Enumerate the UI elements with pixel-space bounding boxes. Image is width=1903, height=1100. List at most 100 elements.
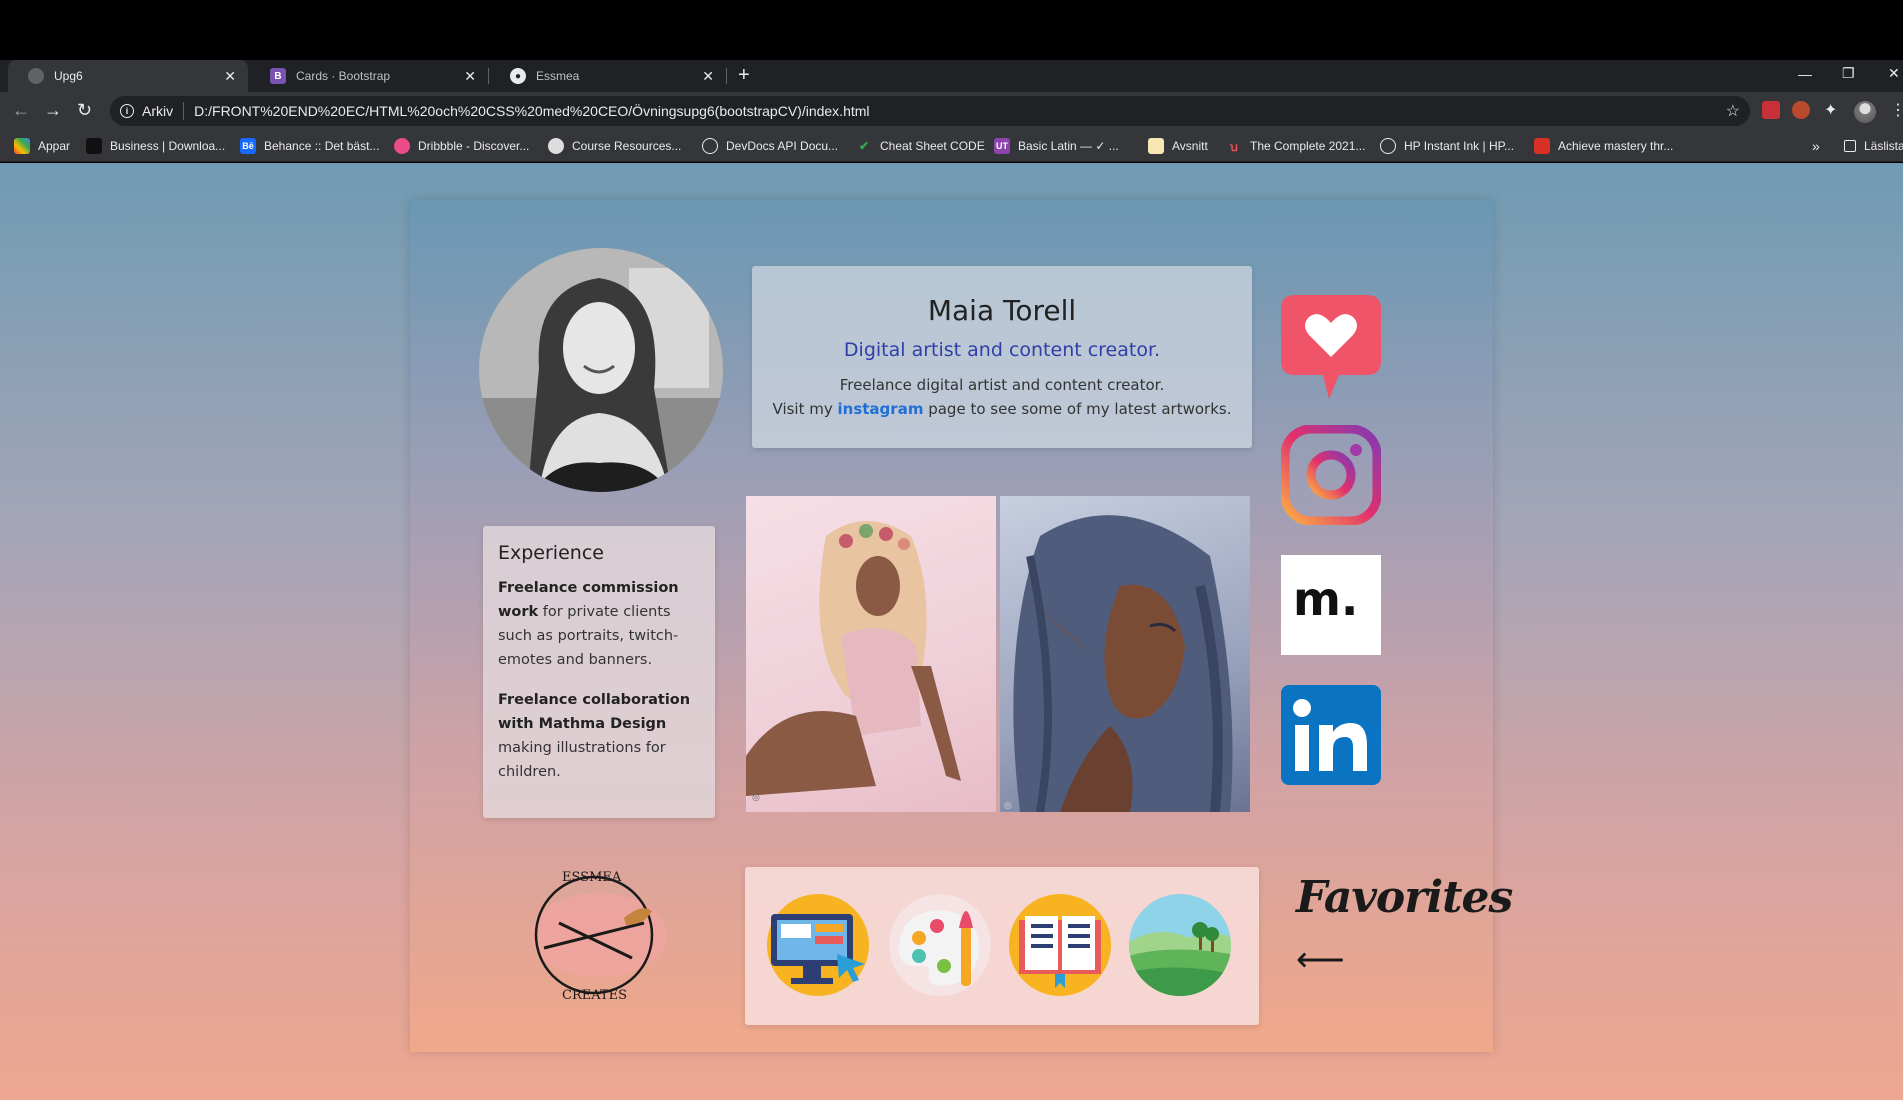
address-bar[interactable]: i Arkiv D:/FRONT%20END%20EC/HTML%20och%2… (110, 96, 1750, 126)
minimize-icon[interactable]: — (1798, 66, 1812, 82)
divider (183, 102, 185, 120)
extension-icon[interactable] (1792, 101, 1810, 119)
scheme-label: Arkiv (142, 103, 174, 119)
tab-title: Essmea (536, 69, 580, 83)
business-icon (86, 138, 102, 154)
tab-strip: Upg6 ✕ B Cards · Bootstrap ✕ ● Essmea ✕ … (0, 60, 1903, 92)
experience-card: Experience Freelance commission work for… (483, 526, 715, 818)
extension-icon[interactable] (1762, 101, 1780, 119)
bookmark-item[interactable]: Achieve mastery thr... (1534, 130, 1673, 162)
tab-separator (726, 68, 727, 84)
udemy-icon: ꭒ (1229, 139, 1239, 154)
bootstrap-icon: B (270, 68, 286, 84)
close-icon[interactable]: ✕ (702, 68, 714, 85)
bookmark-item[interactable]: Business | Downloa... (86, 130, 225, 162)
more-bookmarks-icon[interactable]: » (1812, 130, 1820, 162)
bookmark-item[interactable]: Avsnitt (1148, 130, 1208, 162)
reload-icon[interactable]: ↻ (77, 100, 92, 120)
linkedin-icon[interactable] (1281, 685, 1381, 785)
behance-icon: Bē (240, 138, 256, 154)
bookmark-item[interactable]: HP Instant Ink | HP... (1380, 130, 1514, 162)
close-icon[interactable]: ✕ (464, 68, 476, 85)
svg-text:◎: ◎ (1004, 800, 1012, 810)
url-text[interactable]: D:/FRONT%20END%20EC/HTML%20och%20CSS%20m… (194, 103, 869, 119)
experience-item: Freelance commission work for private cl… (498, 576, 700, 672)
close-icon[interactable]: ✕ (224, 68, 236, 85)
instagram-link[interactable]: instagram (838, 400, 924, 418)
tab-cards-bootstrap[interactable]: B Cards · Bootstrap ✕ (250, 60, 489, 92)
bookmark-item[interactable]: ꭒ The Complete 2021... (1226, 130, 1365, 162)
bookmark-item[interactable]: Course Resources... (548, 130, 681, 162)
avsnitt-icon (1148, 138, 1164, 154)
bookmark-label: Basic Latin — ✓ ... (1018, 139, 1119, 153)
experience-item-title: Freelance collaboration with Mathma Desi… (498, 692, 691, 732)
bookmark-label: Dribbble - Discover... (418, 139, 530, 153)
like-heart-icon[interactable] (1281, 295, 1381, 399)
bookmark-label: Cheat Sheet CODE (880, 139, 985, 153)
bookmark-label: HP Instant Ink | HP... (1404, 139, 1515, 153)
bookmark-item[interactable]: DevDocs API Docu... (702, 130, 838, 162)
apps-grid-icon (14, 138, 30, 154)
profile-avatar[interactable] (1854, 101, 1876, 123)
bookmark-item[interactable]: ✔ Cheat Sheet CODE (856, 130, 985, 162)
page-background: Maia Torell Digital artist and content c… (0, 163, 1903, 1100)
mastery-icon (1534, 138, 1550, 154)
window-close-icon[interactable]: ✕ (1888, 65, 1900, 82)
bookmark-label: Achieve mastery thr... (1558, 139, 1674, 153)
bookmarks-bar: Appar Business | Downloa... Bē Behance :… (0, 130, 1903, 162)
bookmark-label: Appar (38, 139, 71, 153)
mathma-design-icon[interactable]: m. (1281, 555, 1381, 655)
essmea-creates-logo: ESSMEA CREATES (514, 863, 674, 1003)
browser-toolbar: ← → ↻ i Arkiv D:/FRONT%20END%20EC/HTML%2… (0, 92, 1903, 130)
profile-role: Digital artist and content creator. (843, 339, 1161, 361)
bookmark-item[interactable]: UT Basic Latin — ✓ ... (994, 130, 1119, 162)
bookmark-label: The Complete 2021... (1250, 139, 1366, 153)
reading-list-label: Läslista (1864, 139, 1903, 153)
dribbble-icon (394, 138, 410, 154)
unicode-icon: UT (994, 138, 1010, 154)
bookmark-label: Avsnitt (1172, 139, 1208, 153)
computer-icon[interactable] (767, 894, 869, 996)
bookmark-item[interactable]: Bē Behance :: Det bäst... (240, 130, 379, 162)
svg-text:◎: ◎ (752, 792, 760, 802)
new-tab-icon[interactable]: + (738, 64, 750, 87)
tab-essmea[interactable]: ● Essmea ✕ (490, 60, 727, 92)
reading-list[interactable]: Läslista (1844, 130, 1903, 162)
paint-palette-icon[interactable] (889, 894, 991, 996)
restore-icon[interactable]: ❐ (1842, 65, 1855, 82)
profile-name: Maia Torell (927, 294, 1077, 327)
artwork-elf-portrait[interactable]: ◎ (1000, 496, 1250, 812)
screen-top-bar (0, 0, 1903, 60)
profile-description: Freelance digital artist and content cre… (752, 373, 1252, 421)
back-icon[interactable]: ← (12, 100, 30, 120)
instagram-icon[interactable] (1280, 424, 1382, 526)
mathma-text: m. (1293, 572, 1358, 626)
favorites-icons-card (745, 867, 1259, 1025)
globe-icon (1380, 138, 1396, 154)
course-icon (548, 138, 564, 154)
book-icon[interactable] (1009, 894, 1111, 996)
bookmark-label: Behance :: Det bäst... (264, 139, 380, 153)
experience-item: Freelance collaboration with Mathma Desi… (498, 688, 700, 784)
bookmark-star-icon[interactable]: ☆ (1726, 101, 1740, 121)
landscape-icon[interactable] (1129, 894, 1231, 996)
favorites-heading: Favorites (1296, 872, 1513, 923)
desc-line: Freelance digital artist and content cre… (839, 376, 1165, 394)
bookmark-label: DevDocs API Docu... (726, 139, 839, 153)
tab-title: Cards · Bootstrap (296, 69, 391, 83)
info-icon[interactable]: i (120, 104, 134, 118)
bookmark-item[interactable]: Appar (14, 130, 70, 162)
globe-icon (702, 138, 718, 154)
github-icon: ● (510, 68, 526, 84)
cv-container: Maia Torell Digital artist and content c… (410, 200, 1513, 1052)
bookmark-item[interactable]: Dribbble - Discover... (394, 130, 529, 162)
tab-upg6[interactable]: Upg6 ✕ (8, 60, 248, 92)
menu-icon[interactable]: ⋮ (1890, 100, 1903, 120)
puzzle-icon[interactable]: ✦ (1824, 101, 1837, 121)
forward-icon[interactable]: → (44, 100, 62, 120)
desc-text: page to see some of my latest artworks. (923, 400, 1232, 418)
artwork-flower-girl[interactable]: ◎ (746, 496, 996, 812)
arrow-left-icon: ⟵ (1296, 941, 1345, 979)
reading-list-icon (1844, 140, 1856, 152)
globe-icon (28, 68, 44, 84)
